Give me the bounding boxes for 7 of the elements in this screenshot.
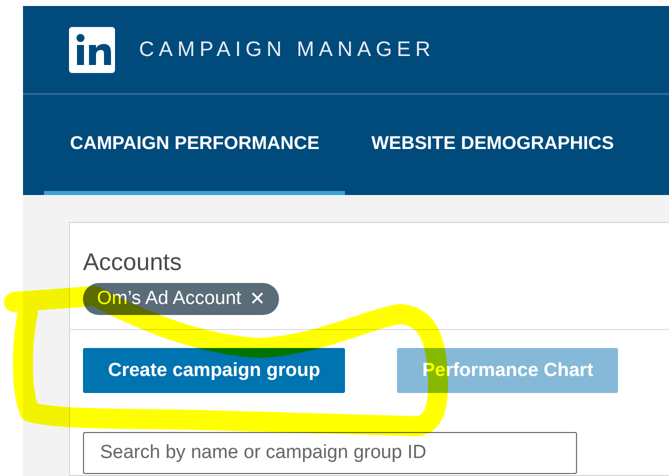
section-label: Accounts (83, 249, 182, 277)
app-title: CAMPAIGN MANAGER (139, 38, 436, 62)
create-button[interactable]: Create campaign group (83, 348, 346, 393)
nav-tab[interactable]: WEBSITE DEMOGRAPHICS (345, 95, 640, 195)
search-field[interactable]: Search by name or campaign group ID (83, 432, 577, 474)
logo-icon (69, 26, 115, 72)
nav-tab[interactable]: CAMPAIGN PERFORMANCE (44, 95, 346, 195)
